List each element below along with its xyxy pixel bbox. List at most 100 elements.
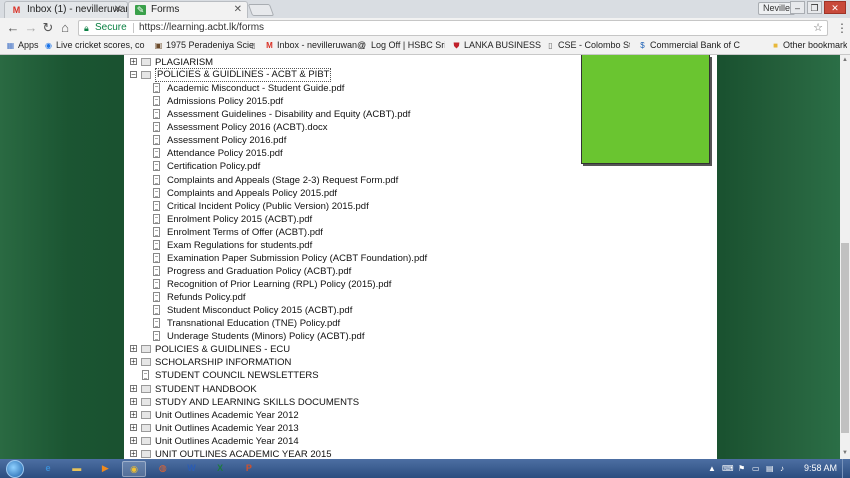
expand-icon[interactable]: + xyxy=(130,449,137,457)
expand-icon[interactable]: + xyxy=(130,423,137,431)
expand-icon[interactable]: + xyxy=(130,397,137,405)
action-center-icon[interactable]: ⚑ xyxy=(738,464,745,473)
bookmark-apps[interactable]: ▦ Apps xyxy=(6,40,40,53)
folder-row[interactable]: + UNIT OUTLINES ACADEMIC YEAR 2015 xyxy=(124,448,704,459)
expand-icon[interactable]: + xyxy=(130,358,137,366)
word-icon[interactable]: W xyxy=(180,461,204,477)
explorer-icon[interactable]: ▬ xyxy=(65,461,89,477)
tray-expand-icon[interactable]: ▲ xyxy=(708,464,716,473)
document-icon xyxy=(153,331,160,342)
address-bar[interactable]: 🔒︎ Secure https://learning.acbt.lk/forms… xyxy=(78,20,828,36)
expand-icon[interactable]: + xyxy=(130,345,137,353)
tree-item-label: PLAGIARISM xyxy=(155,57,214,68)
file-row[interactable]: Complaints and Appeals (Stage 2-3) Reque… xyxy=(124,174,704,187)
chrome-icon[interactable]: ◉ xyxy=(122,461,147,477)
folder-row[interactable]: + POLICIES & GUIDLINES - ECU xyxy=(124,343,704,356)
firefox-icon[interactable]: ◍ xyxy=(151,461,175,477)
folder-row[interactable]: + Unit Outlines Academic Year 2013 xyxy=(124,422,704,435)
start-button[interactable] xyxy=(6,460,24,478)
bookmark-other[interactable]: ■ Other bookmarks xyxy=(771,40,847,53)
file-row[interactable]: Enrolment Policy 2015 (ACBT).pdf xyxy=(124,213,704,226)
file-row[interactable]: Enrolment Terms of Offer (ACBT).pdf xyxy=(124,226,704,239)
file-row[interactable]: Complaints and Appeals Policy 2015.pdf xyxy=(124,187,704,200)
clock[interactable]: 9:58 AM xyxy=(804,463,837,473)
lock-icon: 🔒︎ xyxy=(84,23,89,33)
tree-item-label: STUDY AND LEARNING SKILLS DOCUMENTS xyxy=(155,396,360,408)
scroll-up-icon[interactable]: ▲ xyxy=(842,57,848,63)
vertical-scrollbar[interactable]: ▲ ▼ xyxy=(840,55,850,459)
home-icon[interactable]: ⌂ xyxy=(58,21,72,35)
file-row[interactable]: Critical Incident Policy (Public Version… xyxy=(124,200,704,213)
volume-icon[interactable]: ♪ xyxy=(780,464,784,473)
expand-icon[interactable]: + xyxy=(130,410,137,418)
file-row[interactable]: Progress and Graduation Policy (ACBT).pd… xyxy=(124,265,704,278)
scrollbar-thumb[interactable] xyxy=(841,243,849,433)
ie-icon[interactable]: e xyxy=(36,461,60,477)
bookmark-page[interactable]: ▯ xyxy=(249,40,261,53)
close-tab-icon[interactable]: ✕ xyxy=(114,4,122,15)
scroll-down-icon[interactable]: ▼ xyxy=(842,450,848,456)
collapse-icon[interactable]: − xyxy=(130,71,137,79)
secure-label: Secure xyxy=(95,22,127,33)
bookmark-cricket[interactable]: ◉ Live cricket scores, co xyxy=(44,40,148,53)
minimize-icon[interactable]: – xyxy=(790,1,805,14)
media-player-icon[interactable]: ▶ xyxy=(93,461,117,477)
bookmark-star-icon[interactable]: ☆ xyxy=(813,21,823,35)
expand-icon[interactable]: + xyxy=(130,58,137,66)
show-desktop-button[interactable] xyxy=(842,459,850,478)
file-row[interactable]: Underage Students (Minors) Policy (ACBT)… xyxy=(124,330,704,343)
file-row[interactable]: Transnational Education (TNE) Policy.pdf xyxy=(124,317,704,330)
close-tab-icon[interactable]: ✕ xyxy=(234,4,242,15)
document-icon xyxy=(153,122,160,133)
file-row[interactable]: Exam Regulations for students.pdf xyxy=(124,239,704,252)
bookmark-lanka-business[interactable]: ⛊ LANKA BUSINESS ON xyxy=(452,40,543,53)
folder-row[interactable]: + Unit Outlines Academic Year 2014 xyxy=(124,435,704,448)
file-row[interactable]: Recognition of Prior Learning (RPL) Poli… xyxy=(124,278,704,291)
display-icon[interactable]: ▭ xyxy=(752,464,760,473)
bookmark-inbox[interactable]: M Inbox - nevilleruwan@ xyxy=(265,40,367,53)
folder-icon xyxy=(141,410,151,419)
keyboard-icon[interactable]: ⌨ xyxy=(722,464,734,473)
folder-icon xyxy=(141,449,151,458)
menu-icon[interactable]: ⋮ xyxy=(836,21,848,35)
network-icon[interactable]: ▤ xyxy=(766,464,774,473)
back-icon[interactable]: ← xyxy=(6,21,20,35)
folder-icon xyxy=(141,71,151,80)
folder-row[interactable]: + Unit Outlines Academic Year 2012 xyxy=(124,409,704,422)
tree-item-label: Assessment Policy 2016.pdf xyxy=(167,135,287,147)
folder-row[interactable]: STUDENT COUNCIL NEWSLETTERS xyxy=(124,369,704,382)
bookmark-commercial-bank[interactable]: $ Commercial Bank of C xyxy=(638,40,750,53)
bookmark-hsbc[interactable]: ▯ Log Off | HSBC Sri Lan xyxy=(359,40,445,53)
reload-icon[interactable]: ↻ xyxy=(41,21,55,35)
document-icon xyxy=(153,279,160,290)
file-row[interactable]: Student Misconduct Policy 2015 (ACBT).pd… xyxy=(124,304,704,317)
folder-icon xyxy=(141,397,151,406)
tree-item-label: Admissions Policy 2015.pdf xyxy=(167,96,284,108)
tree-item-label: Enrolment Terms of Offer (ACBT).pdf xyxy=(167,226,323,238)
folder-icon: ■ xyxy=(773,41,778,50)
tab-gmail[interactable]: M Inbox (1) - nevilleruwan@ ✕ xyxy=(4,1,128,18)
page-icon: ▯ xyxy=(548,41,553,50)
document-icon xyxy=(153,252,160,263)
folder-row[interactable]: + STUDY AND LEARNING SKILLS DOCUMENTS xyxy=(124,396,704,409)
powerpoint-icon[interactable]: P xyxy=(237,461,261,477)
close-window-icon[interactable]: ✕ xyxy=(824,1,846,14)
bookmark-label: Inbox - nevilleruwan@ xyxy=(277,40,367,50)
bookmark-peradeniya[interactable]: ▣ 1975 Peradeniya Scie xyxy=(154,40,256,53)
bookmark-label: LANKA BUSINESS ON xyxy=(464,40,542,50)
excel-icon[interactable]: X xyxy=(208,461,232,477)
bookmark-cse[interactable]: ▯ CSE - Colombo Stock xyxy=(546,40,630,53)
restore-icon[interactable]: ❐ xyxy=(807,1,822,14)
browser-toolbar: ← → ↻ ⌂ 🔒︎ Secure https://learning.acbt.… xyxy=(0,18,850,38)
tab-forms[interactable]: ✎ Forms ✕ xyxy=(128,1,248,18)
expand-icon[interactable]: + xyxy=(130,436,137,444)
new-tab-button[interactable] xyxy=(247,4,275,16)
folder-row[interactable]: + SCHOLARSHIP INFORMATION xyxy=(124,356,704,369)
folder-row[interactable]: + STUDENT HANDBOOK xyxy=(124,383,704,396)
document-icon xyxy=(153,292,160,303)
forward-icon[interactable]: → xyxy=(24,21,38,35)
file-row[interactable]: Refunds Policy.pdf xyxy=(124,291,704,304)
file-row[interactable]: Examination Paper Submission Policy (ACB… xyxy=(124,252,704,265)
photo-icon: ▣ xyxy=(154,41,163,50)
expand-icon[interactable]: + xyxy=(130,384,137,392)
